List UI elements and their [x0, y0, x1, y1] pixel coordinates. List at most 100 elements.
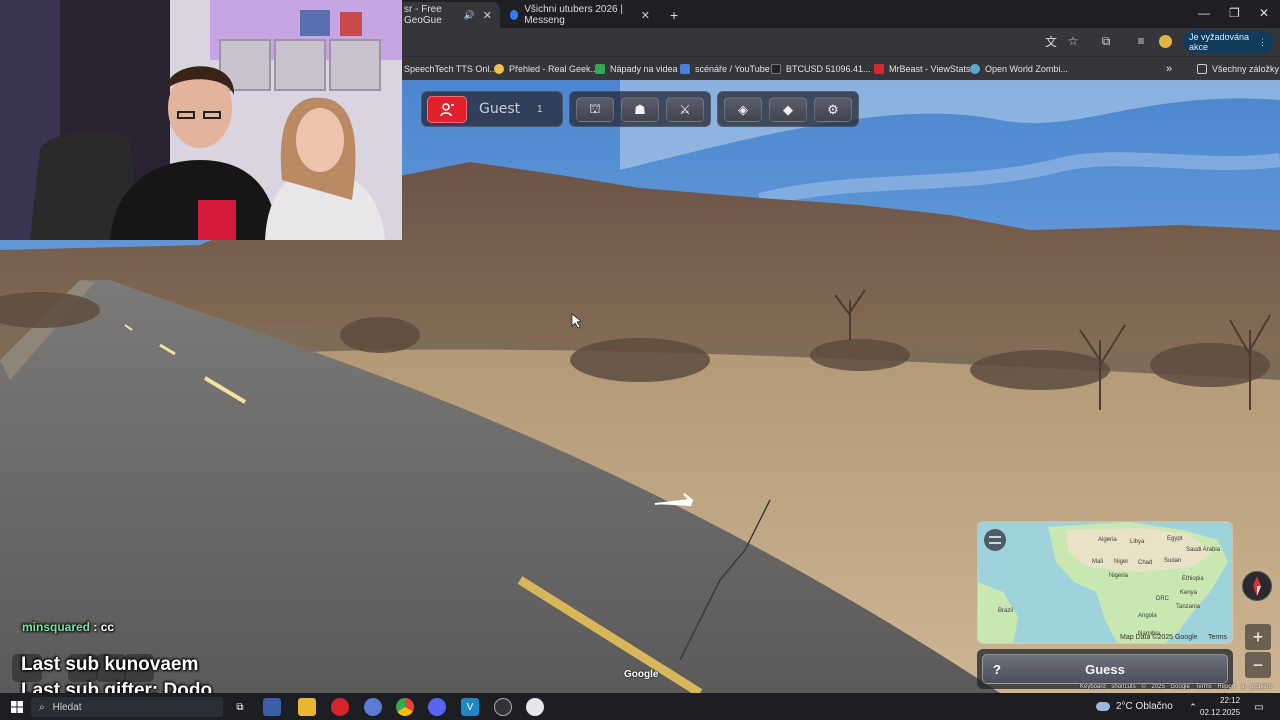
action-required-button[interactable]: Je vyžadována akce ⋮ — [1183, 31, 1273, 53]
chrome-icon[interactable] — [396, 698, 414, 716]
bookmarks-overflow-button[interactable]: » — [1166, 61, 1172, 77]
map-label: Kenya — [1180, 590, 1198, 596]
duels-button[interactable]: ⚔ — [666, 97, 704, 122]
windows-start-icon[interactable] — [8, 698, 26, 716]
bookmark-label: Open World Zombi... — [985, 64, 1068, 74]
tab-messenger[interactable]: Všichni utubers 2026 | Messeng ✕ — [502, 2, 658, 28]
weather-text: 2°C Oblačno — [1116, 701, 1173, 712]
minimize-icon[interactable]: — — [1198, 6, 1210, 20]
guess-minimap[interactable]: Algeria Libya Egypt Saudi Arabia Mali Ni… — [977, 521, 1233, 644]
zoom-out-button[interactable]: − — [1245, 652, 1271, 678]
translate-icon[interactable]: 文 — [1044, 34, 1058, 49]
map-label: Ethiopia — [1182, 576, 1204, 582]
taskbar-search[interactable]: ⌕ Hledat — [31, 697, 223, 717]
bookmark-favicon-icon — [874, 64, 884, 74]
help-button[interactable]: ? — [986, 658, 1008, 680]
discord-icon[interactable] — [428, 698, 446, 716]
bookmark-label: scénáře / YouTube — [695, 64, 770, 74]
clock[interactable]: 22:12 02.12.2025 — [1200, 695, 1240, 719]
map-label: Mali — [1092, 559, 1103, 565]
close-window-icon[interactable]: ✕ — [1259, 6, 1269, 20]
party-button[interactable]: ☗ — [621, 97, 659, 122]
chat-username: minsquared — [22, 620, 91, 634]
map-layers-button[interactable]: ◈ — [724, 97, 762, 122]
keyboard-shortcuts-link[interactable]: Keyboard shortcuts — [1080, 684, 1136, 690]
game-modes-toolbar: ⛫ ☗ ⚔ — [569, 91, 711, 127]
search-placeholder: Hledat — [52, 701, 82, 713]
speaker-icon[interactable]: 🔊 — [464, 10, 475, 21]
all-bookmarks-button[interactable]: Všechny záložky — [1197, 61, 1279, 77]
learn-button[interactable]: ◆ — [769, 97, 807, 122]
bookmark-favicon-icon — [595, 64, 605, 74]
file-explorer-icon[interactable] — [298, 698, 316, 716]
bookmark-label: SpeechTech TTS Onl... — [404, 64, 497, 74]
menu-dots-icon[interactable]: ⋮ — [1258, 37, 1267, 48]
user-icon — [440, 102, 454, 116]
app-icon[interactable] — [364, 698, 382, 716]
map-label: DRC — [1156, 596, 1170, 602]
clock-date: 02.12.2025 — [1200, 708, 1241, 717]
tab-title: sr - Free GeoGue — [404, 4, 442, 26]
graduation-cap-icon: ◆ — [783, 101, 793, 117]
profile-avatar-icon[interactable] — [1158, 34, 1172, 48]
copyright-text: © 2025 Google — [1141, 684, 1190, 690]
app-icon[interactable] — [263, 698, 281, 716]
bookmark-favicon-icon — [771, 64, 781, 74]
report-problem-link[interactable]: Report a problem — [1217, 684, 1271, 690]
map-terms-link[interactable]: Terms — [1208, 634, 1227, 641]
terms-link[interactable]: Terms — [1195, 684, 1211, 690]
map-attribution: Map Data ©2025 Google — [1120, 634, 1198, 641]
bookmark-item[interactable]: SpeechTech TTS Onl... — [404, 61, 497, 77]
search-icon: ⌕ — [39, 701, 45, 713]
bookmark-item[interactable]: Přehled - Real Geek... — [494, 61, 598, 77]
folder-icon — [1197, 64, 1207, 74]
chat-separator: : — [90, 620, 101, 634]
red-mug — [198, 200, 236, 240]
app-icon[interactable] — [331, 698, 349, 716]
map-label: Angola — [1138, 613, 1157, 619]
guess-button[interactable]: Guess — [982, 654, 1228, 684]
bookmark-item[interactable]: BTCUSD 51096.41... — [771, 61, 871, 77]
cloud-icon — [1096, 702, 1110, 711]
settings-toolbar: ◈ ◆ ⚙ — [717, 91, 859, 127]
layers-icon: ◈ — [738, 101, 748, 117]
user-button[interactable] — [427, 96, 467, 123]
new-tab-button[interactable]: + — [662, 2, 682, 28]
chat-message: minsquared : cc — [22, 620, 114, 634]
weather-widget[interactable]: 2°C Oblačno — [1096, 701, 1173, 712]
map-filter-button[interactable] — [984, 529, 1006, 551]
bookmark-item[interactable]: Open World Zombi... — [970, 61, 1068, 77]
task-view-icon[interactable]: ⧉ — [231, 698, 249, 716]
tab-geoguessr[interactable]: sr - Free GeoGue 🔊 ✕ — [396, 2, 500, 28]
map-label: Brazil — [998, 608, 1013, 614]
media-control-icon[interactable]: ≡ — [1134, 34, 1148, 48]
player-count: 1 — [537, 104, 543, 115]
webcam-feed — [0, 0, 402, 240]
podium-icon: ⛫ — [589, 100, 601, 116]
app-icon[interactable] — [526, 698, 544, 716]
map-label: Egypt — [1167, 536, 1183, 542]
bookmark-item[interactable]: scénáře / YouTube — [680, 61, 770, 77]
settings-button[interactable]: ⚙ — [814, 97, 852, 122]
restore-icon[interactable]: ❐ — [1229, 6, 1240, 20]
bookmark-item[interactable]: Nápady na videa — [595, 61, 678, 77]
clock-time: 22:12 — [1220, 696, 1241, 705]
bookmark-label: Přehled - Real Geek... — [509, 64, 599, 74]
obs-icon[interactable] — [494, 698, 512, 716]
close-tab-icon[interactable]: ✕ — [641, 9, 650, 22]
bookmark-label: Nápady na videa — [610, 64, 678, 74]
notifications-icon[interactable]: ▭ — [1250, 698, 1268, 716]
bookmark-favicon-icon — [970, 64, 980, 74]
close-tab-icon[interactable]: ✕ — [483, 9, 492, 22]
player-name: Guest — [479, 101, 521, 117]
chat-text: cc — [100, 620, 115, 634]
extensions-icon[interactable]: ⧉ — [1099, 34, 1113, 48]
bookmark-item[interactable]: MrBeast - ViewStats — [874, 61, 970, 77]
leaderboard-button[interactable]: ⛫ — [576, 97, 614, 122]
app-icon[interactable]: V — [461, 698, 479, 716]
bookmark-star-icon[interactable]: ☆ — [1066, 34, 1080, 48]
compass-icon[interactable] — [1242, 571, 1272, 601]
map-label: Nigeria — [1109, 573, 1129, 579]
map-label: Tanzania — [1176, 604, 1201, 610]
zoom-in-button[interactable]: + — [1245, 624, 1271, 650]
